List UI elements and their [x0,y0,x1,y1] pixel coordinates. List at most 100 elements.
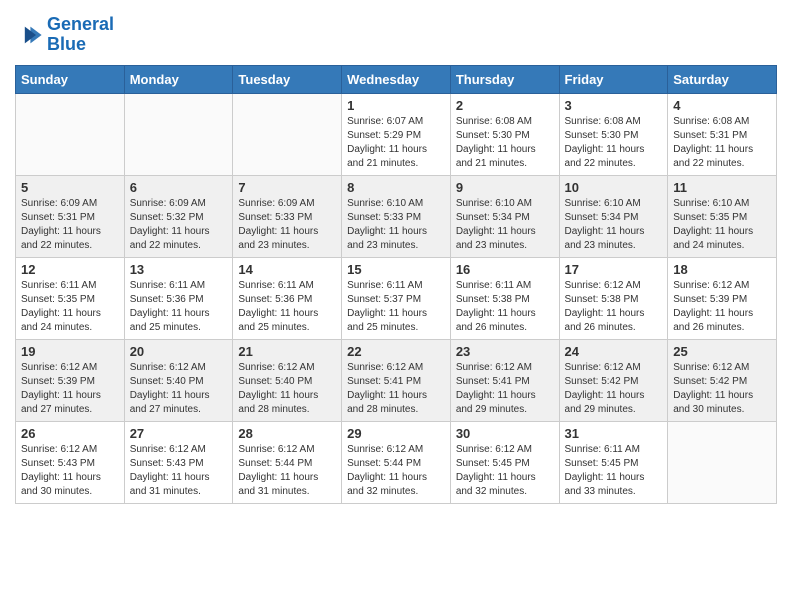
day-info: Sunrise: 6:10 AM Sunset: 5:34 PM Dayligh… [565,197,663,253]
day-number: 7 [238,180,336,195]
day-info: Sunrise: 6:11 AM Sunset: 5:38 PM Dayligh… [456,279,554,335]
calendar-header-row: SundayMondayTuesdayWednesdayThursdayFrid… [16,65,777,93]
calendar-cell: 14 Sunrise: 6:11 AM Sunset: 5:36 PM Dayli… [233,257,342,339]
calendar-cell: 19Sunrise: 6:12 AM Sunset: 5:39 PM Dayli… [16,339,125,421]
day-number: 26 [21,426,119,441]
calendar-cell [124,93,233,175]
day-number: 20 [130,344,228,359]
calendar-cell: 25 Sunrise: 6:12 AM Sunset: 5:42 PM Dayli… [668,339,777,421]
calendar-cell: 1Sunrise: 6:07 AM Sunset: 5:29 PM Daylig… [342,93,451,175]
weekday-header-sunday: Sunday [16,65,125,93]
day-number: 5 [21,180,119,195]
day-number: 2 [456,98,554,113]
logo: General Blue [15,15,114,55]
day-number: 14 [238,262,336,277]
day-number: 24 [565,344,663,359]
page-header: General Blue [15,15,777,55]
calendar-body: 1Sunrise: 6:07 AM Sunset: 5:29 PM Daylig… [16,93,777,503]
day-info: Sunrise: 6:11 AM Sunset: 5:36 PM Dayligh… [238,279,336,335]
calendar-cell: 28 Sunrise: 6:12 AM Sunset: 5:44 PM Dayli… [233,421,342,503]
calendar-cell: 16Sunrise: 6:11 AM Sunset: 5:38 PM Dayli… [450,257,559,339]
calendar-week-row: 1Sunrise: 6:07 AM Sunset: 5:29 PM Daylig… [16,93,777,175]
day-info: Sunrise: 6:12 AM Sunset: 5:42 PM Dayligh… [565,361,663,417]
day-info: Sunrise: 6:08 AM Sunset: 5:31 PM Dayligh… [673,115,771,171]
day-info: Sunrise: 6:10 AM Sunset: 5:33 PM Dayligh… [347,197,445,253]
day-info: Sunrise: 6:12 AM Sunset: 5:39 PM Dayligh… [673,279,771,335]
calendar-cell: 21 Sunrise: 6:12 AM Sunset: 5:40 PM Dayli… [233,339,342,421]
day-number: 22 [347,344,445,359]
calendar-week-row: 5 Sunrise: 6:09 AM Sunset: 5:31 PM Daylig… [16,175,777,257]
day-info: Sunrise: 6:08 AM Sunset: 5:30 PM Dayligh… [456,115,554,171]
day-number: 28 [238,426,336,441]
weekday-header-monday: Monday [124,65,233,93]
calendar-cell: 23 Sunrise: 6:12 AM Sunset: 5:41 PM Dayli… [450,339,559,421]
calendar-cell [233,93,342,175]
day-info: Sunrise: 6:10 AM Sunset: 5:35 PM Dayligh… [673,197,771,253]
day-info: Sunrise: 6:12 AM Sunset: 5:44 PM Dayligh… [238,443,336,499]
calendar-cell: 9Sunrise: 6:10 AM Sunset: 5:34 PM Daylig… [450,175,559,257]
logo-icon [15,21,43,49]
calendar-cell: 15Sunrise: 6:11 AM Sunset: 5:37 PM Dayli… [342,257,451,339]
calendar-cell: 10 Sunrise: 6:10 AM Sunset: 5:34 PM Dayli… [559,175,668,257]
day-info: Sunrise: 6:07 AM Sunset: 5:29 PM Dayligh… [347,115,445,171]
day-info: Sunrise: 6:09 AM Sunset: 5:33 PM Dayligh… [238,197,336,253]
weekday-header-friday: Friday [559,65,668,93]
day-number: 27 [130,426,228,441]
day-number: 29 [347,426,445,441]
calendar-cell: 18 Sunrise: 6:12 AM Sunset: 5:39 PM Dayli… [668,257,777,339]
calendar-cell: 30Sunrise: 6:12 AM Sunset: 5:45 PM Dayli… [450,421,559,503]
day-info: Sunrise: 6:12 AM Sunset: 5:40 PM Dayligh… [238,361,336,417]
day-number: 30 [456,426,554,441]
calendar-week-row: 26Sunrise: 6:12 AM Sunset: 5:43 PM Dayli… [16,421,777,503]
day-number: 10 [565,180,663,195]
day-number: 6 [130,180,228,195]
day-number: 12 [21,262,119,277]
calendar-cell: 6 Sunrise: 6:09 AM Sunset: 5:32 PM Daylig… [124,175,233,257]
day-info: Sunrise: 6:12 AM Sunset: 5:40 PM Dayligh… [130,361,228,417]
calendar-cell: 2 Sunrise: 6:08 AM Sunset: 5:30 PM Daylig… [450,93,559,175]
calendar-week-row: 12 Sunrise: 6:11 AM Sunset: 5:35 PM Dayli… [16,257,777,339]
day-number: 19 [21,344,119,359]
weekday-header-thursday: Thursday [450,65,559,93]
calendar-cell [668,421,777,503]
day-info: Sunrise: 6:12 AM Sunset: 5:42 PM Dayligh… [673,361,771,417]
calendar-cell [16,93,125,175]
day-number: 3 [565,98,663,113]
logo-text: General Blue [47,15,114,55]
day-info: Sunrise: 6:08 AM Sunset: 5:30 PM Dayligh… [565,115,663,171]
day-info: Sunrise: 6:11 AM Sunset: 5:35 PM Dayligh… [21,279,119,335]
day-info: Sunrise: 6:12 AM Sunset: 5:41 PM Dayligh… [347,361,445,417]
calendar-cell: 29 Sunrise: 6:12 AM Sunset: 5:44 PM Dayli… [342,421,451,503]
day-number: 17 [565,262,663,277]
day-number: 18 [673,262,771,277]
day-info: Sunrise: 6:09 AM Sunset: 5:32 PM Dayligh… [130,197,228,253]
day-info: Sunrise: 6:11 AM Sunset: 5:45 PM Dayligh… [565,443,663,499]
day-number: 21 [238,344,336,359]
calendar-cell: 17 Sunrise: 6:12 AM Sunset: 5:38 PM Dayli… [559,257,668,339]
calendar-cell: 24 Sunrise: 6:12 AM Sunset: 5:42 PM Dayli… [559,339,668,421]
calendar-cell: 5 Sunrise: 6:09 AM Sunset: 5:31 PM Daylig… [16,175,125,257]
day-number: 8 [347,180,445,195]
day-number: 9 [456,180,554,195]
day-number: 23 [456,344,554,359]
day-number: 31 [565,426,663,441]
day-info: Sunrise: 6:12 AM Sunset: 5:38 PM Dayligh… [565,279,663,335]
day-number: 25 [673,344,771,359]
day-number: 11 [673,180,771,195]
calendar-cell: 3 Sunrise: 6:08 AM Sunset: 5:30 PM Daylig… [559,93,668,175]
calendar-cell: 20 Sunrise: 6:12 AM Sunset: 5:40 PM Dayli… [124,339,233,421]
weekday-header-saturday: Saturday [668,65,777,93]
day-number: 13 [130,262,228,277]
day-number: 4 [673,98,771,113]
day-info: Sunrise: 6:12 AM Sunset: 5:41 PM Dayligh… [456,361,554,417]
calendar-cell: 7 Sunrise: 6:09 AM Sunset: 5:33 PM Daylig… [233,175,342,257]
day-info: Sunrise: 6:11 AM Sunset: 5:37 PM Dayligh… [347,279,445,335]
weekday-header-tuesday: Tuesday [233,65,342,93]
calendar-cell: 22 Sunrise: 6:12 AM Sunset: 5:41 PM Dayli… [342,339,451,421]
day-info: Sunrise: 6:12 AM Sunset: 5:44 PM Dayligh… [347,443,445,499]
calendar-table: SundayMondayTuesdayWednesdayThursdayFrid… [15,65,777,504]
day-info: Sunrise: 6:09 AM Sunset: 5:31 PM Dayligh… [21,197,119,253]
calendar-cell: 12 Sunrise: 6:11 AM Sunset: 5:35 PM Dayli… [16,257,125,339]
calendar-week-row: 19Sunrise: 6:12 AM Sunset: 5:39 PM Dayli… [16,339,777,421]
day-info: Sunrise: 6:11 AM Sunset: 5:36 PM Dayligh… [130,279,228,335]
